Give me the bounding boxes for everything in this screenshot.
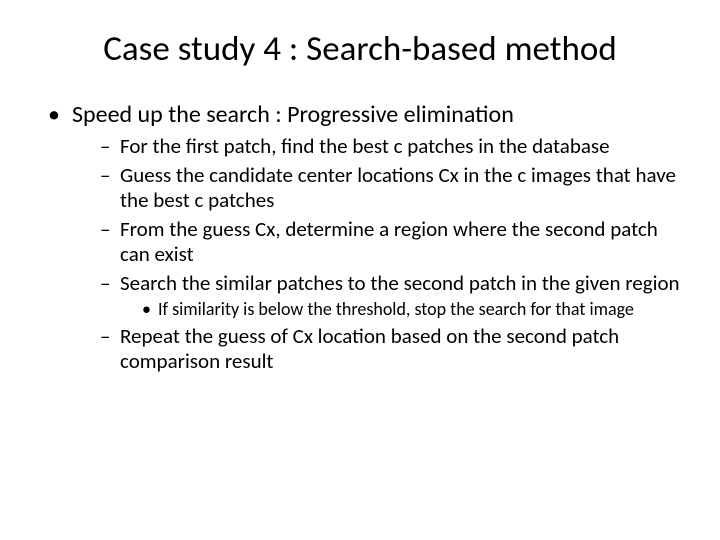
bullet-list-level2: For the first patch, find the best c pat… (100, 134, 680, 375)
bullet-list-level1: Speed up the search : Progressive elimin… (48, 100, 680, 375)
list-item: From the guess Cx, determine a region wh… (100, 217, 680, 268)
slide-title: Case study 4 : Search-based method (40, 28, 680, 70)
slide: Case study 4 : Search-based method Speed… (0, 0, 720, 540)
list-item: Guess the candidate center locations Cx … (100, 163, 680, 214)
bullet-text: For the first patch, find the best c pat… (120, 133, 610, 159)
bullet-text: Guess the candidate center locations Cx … (120, 162, 676, 214)
list-item: Speed up the search : Progressive elimin… (48, 100, 680, 375)
bullet-text: From the guess Cx, determine a region wh… (120, 216, 658, 268)
bullet-text: Speed up the search : Progressive elimin… (72, 100, 514, 129)
bullet-text: Search the similar patches to the second… (120, 270, 680, 296)
bullet-text: If similarity is below the threshold, st… (158, 298, 634, 320)
bullet-text: Repeat the guess of Cx location based on… (120, 323, 619, 375)
bullet-list-level3: If similarity is below the threshold, st… (142, 299, 680, 321)
list-item: If similarity is below the threshold, st… (142, 299, 680, 321)
list-item: Search the similar patches to the second… (100, 271, 680, 321)
list-item: Repeat the guess of Cx location based on… (100, 324, 680, 375)
list-item: For the first patch, find the best c pat… (100, 134, 680, 160)
